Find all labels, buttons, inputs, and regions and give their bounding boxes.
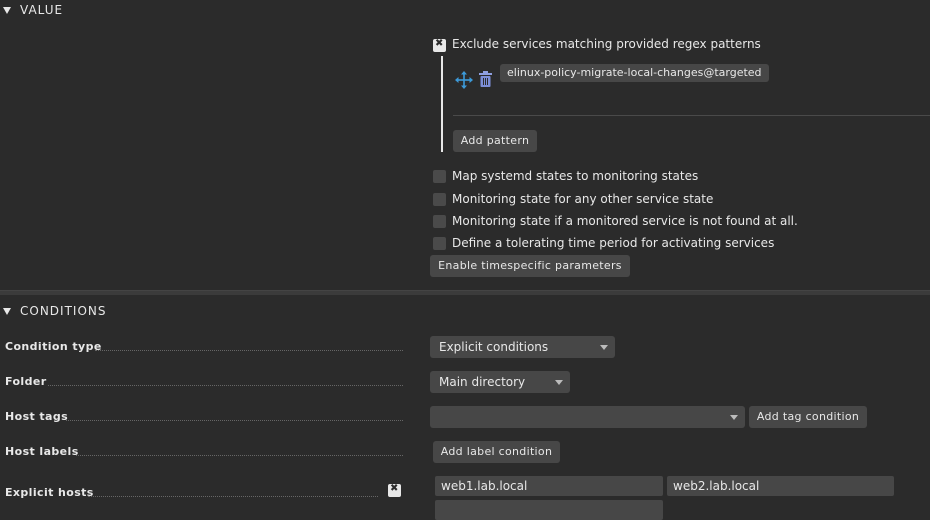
dotted-leader: [88, 495, 378, 497]
regex-pattern-value[interactable]: elinux-policy-migrate-local-changes@targ…: [500, 64, 769, 82]
dropdown-arrow-icon: [600, 345, 608, 350]
other-service-state-checkbox[interactable]: [433, 193, 446, 206]
host-input-1[interactable]: web1.lab.local: [435, 476, 663, 496]
host-tags-label: Host tags: [5, 410, 69, 423]
tolerating-time-period-label: Define a tolerating time period for acti…: [452, 236, 775, 250]
host-input-2[interactable]: web2.lab.local: [667, 476, 894, 496]
add-tag-condition-button[interactable]: Add tag condition: [749, 406, 867, 428]
exclude-services-label: Exclude services matching provided regex…: [452, 37, 761, 51]
host-labels-label: Host labels: [5, 445, 79, 458]
map-systemd-states-checkbox[interactable]: [433, 170, 446, 183]
folder-label: Folder: [5, 375, 47, 388]
service-not-found-label: Monitoring state if a monitored service …: [452, 214, 798, 228]
collapse-triangle-icon: [3, 308, 11, 315]
condition-type-value: Explicit conditions: [439, 340, 549, 354]
pattern-list-indent-line: [441, 56, 443, 152]
dropdown-arrow-icon: [555, 380, 563, 385]
dotted-leader: [76, 454, 403, 456]
exclude-services-checkbox[interactable]: [433, 38, 446, 52]
dotted-leader: [66, 419, 403, 421]
service-not-found-checkbox[interactable]: [433, 215, 446, 228]
dotted-leader: [95, 349, 403, 351]
folder-select[interactable]: Main directory: [430, 371, 570, 393]
other-service-state-label: Monitoring state for any other service s…: [452, 192, 714, 206]
enable-timespecific-button[interactable]: Enable timespecific parameters: [430, 255, 630, 277]
host-input-3[interactable]: [435, 500, 663, 520]
collapse-triangle-icon: [3, 7, 11, 14]
value-section-header[interactable]: VALUE: [0, 0, 930, 22]
conditions-section-header[interactable]: CONDITIONS: [0, 301, 930, 323]
explicit-hosts-toggle[interactable]: [388, 483, 401, 497]
condition-type-label: Condition type: [5, 340, 102, 353]
map-systemd-states-label: Map systemd states to monitoring states: [452, 169, 699, 183]
trash-icon[interactable]: [479, 71, 492, 87]
folder-value: Main directory: [439, 375, 526, 389]
condition-type-select[interactable]: Explicit conditions: [430, 336, 615, 358]
dotted-leader: [48, 384, 403, 386]
section-divider: [0, 290, 930, 295]
value-section-title: VALUE: [20, 3, 64, 17]
add-pattern-button[interactable]: Add pattern: [453, 130, 537, 152]
conditions-section-title: CONDITIONS: [20, 304, 107, 318]
tolerating-time-period-checkbox[interactable]: [433, 237, 446, 250]
explicit-hosts-label: Explicit hosts: [5, 486, 94, 499]
pattern-separator: [453, 115, 930, 116]
add-label-condition-button[interactable]: Add label condition: [433, 441, 560, 463]
host-tags-select[interactable]: [430, 406, 745, 428]
dropdown-arrow-icon: [730, 415, 738, 420]
move-icon[interactable]: [455, 71, 473, 89]
